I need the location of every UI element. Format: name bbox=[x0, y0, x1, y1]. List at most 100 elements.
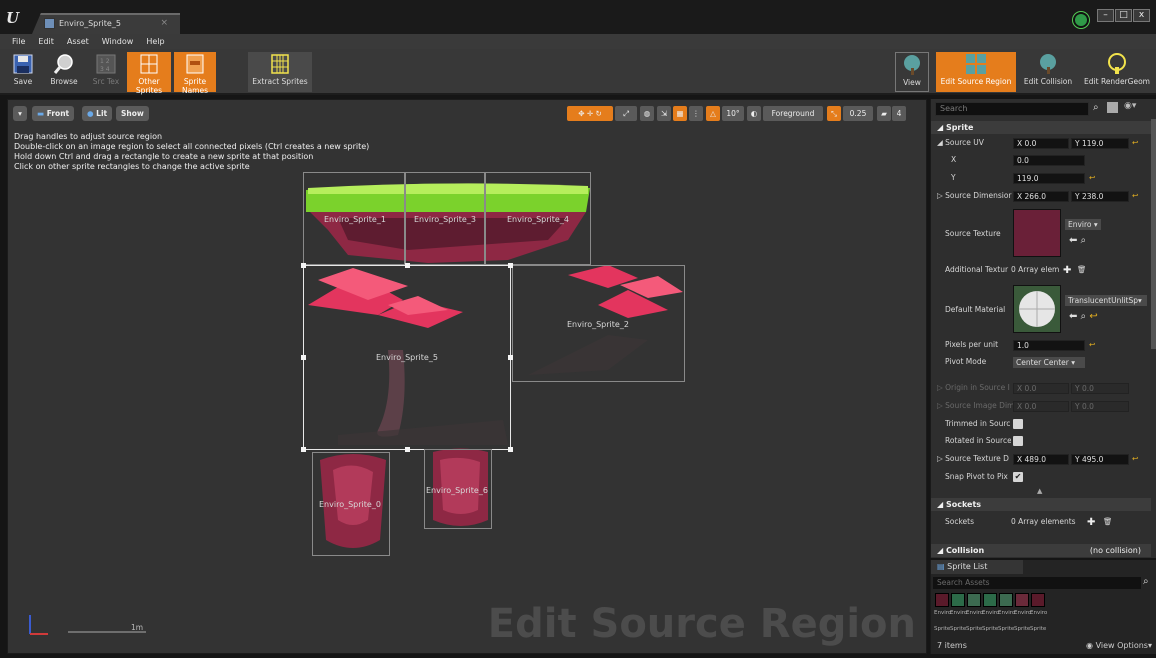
sprite-list-tab[interactable]: ▤ Sprite List bbox=[931, 560, 1023, 574]
src-tex-button[interactable]: 1 23 4 Src Tex bbox=[88, 52, 124, 92]
resize-handle-se[interactable] bbox=[508, 447, 513, 452]
menu-edit[interactable]: Edit bbox=[38, 37, 54, 46]
collision-category[interactable]: ◢ Collision (no collision) bbox=[931, 544, 1151, 557]
menu-asset[interactable]: Asset bbox=[67, 37, 89, 46]
sprite-label-4: Enviro_Sprite_4 bbox=[507, 215, 569, 224]
pixels-per-unit-input[interactable]: 1.0 bbox=[1013, 340, 1085, 351]
snap-pivot-checkbox[interactable]: ✔ bbox=[1013, 472, 1023, 482]
edit-collision-button[interactable]: Edit Collision bbox=[1019, 52, 1077, 92]
source-uv-y[interactable]: Y 119.0 bbox=[1071, 138, 1129, 149]
close-button[interactable]: x bbox=[1133, 9, 1150, 22]
maximize-button[interactable]: □ bbox=[1115, 9, 1132, 22]
thumb-label-2: Enviro bbox=[966, 610, 984, 616]
texture-dim-x[interactable]: X 489.0 bbox=[1013, 454, 1069, 465]
source-control-icon[interactable] bbox=[1073, 12, 1089, 28]
trimmed-checkbox[interactable] bbox=[1013, 419, 1023, 429]
reset-arrow-icon[interactable]: ↩ bbox=[1132, 454, 1138, 463]
sprite-thumbnail-1[interactable] bbox=[951, 593, 965, 607]
sprite-names-toggle[interactable]: Sprite Names bbox=[174, 52, 216, 95]
sprite-label-2: Enviro_Sprite_2 bbox=[567, 320, 629, 329]
tab-close-icon[interactable]: × bbox=[160, 18, 168, 28]
extract-sprites-button[interactable]: Extract Sprites bbox=[248, 52, 312, 92]
source-uv-sub-x[interactable]: 0.0 bbox=[1013, 155, 1085, 166]
sprite-thumbnail-4[interactable] bbox=[999, 593, 1013, 607]
source-texture-dropdown[interactable]: Enviro ▾ bbox=[1065, 219, 1101, 230]
source-uv-sub-y[interactable]: 119.0 bbox=[1013, 173, 1085, 184]
menu-help[interactable]: Help bbox=[146, 37, 164, 46]
source-region-icon bbox=[964, 53, 988, 75]
add-element-icon[interactable]: ✚ bbox=[1063, 265, 1071, 276]
save-button[interactable]: Save bbox=[6, 52, 40, 92]
document-tab[interactable]: Enviro_Sprite_5 × bbox=[32, 13, 180, 34]
view-options-button[interactable]: ◉ View Options▾ bbox=[1086, 641, 1152, 650]
resize-handle-w[interactable] bbox=[301, 355, 306, 360]
source-dimension-y[interactable]: Y 238.0 bbox=[1071, 191, 1129, 202]
browse-icon bbox=[52, 53, 76, 75]
pivot-mode-dropdown[interactable]: Center Center ▾ bbox=[1013, 357, 1085, 368]
resize-handle-sw[interactable] bbox=[301, 447, 306, 452]
scale-bar-label: 1m bbox=[131, 623, 144, 632]
eye-visibility-icon[interactable]: ◉▾ bbox=[1124, 101, 1136, 111]
resize-handle-e[interactable] bbox=[508, 355, 513, 360]
texture-dim-y[interactable]: Y 495.0 bbox=[1071, 454, 1129, 465]
view-button[interactable]: View bbox=[895, 52, 929, 92]
window-controls: – □ x bbox=[1097, 9, 1150, 22]
sprite-viewport[interactable]: ▾ ▬ Front ● Lit Show Drag handles to adj… bbox=[7, 99, 927, 654]
sprite-thumbnail-6[interactable] bbox=[1031, 593, 1045, 607]
sprite-thumbnail-3[interactable] bbox=[983, 593, 997, 607]
material-thumbnail[interactable] bbox=[1013, 285, 1061, 333]
unreal-logo[interactable]: U bbox=[6, 9, 19, 27]
sprite-category[interactable]: ◢ Sprite bbox=[931, 121, 1151, 134]
sprite-thumbnail-5[interactable] bbox=[1015, 593, 1029, 607]
trash-icon[interactable]: 🗑 bbox=[1077, 265, 1087, 274]
sprite-label-6: Enviro_Sprite_6 bbox=[426, 486, 488, 495]
resize-handle-n[interactable] bbox=[405, 263, 410, 268]
thumb-label-5: Enviro bbox=[1014, 610, 1032, 616]
resize-handle-s[interactable] bbox=[405, 447, 410, 452]
menu-window[interactable]: Window bbox=[102, 37, 134, 46]
thumb-label2-0: Sprite bbox=[934, 626, 951, 632]
sprite-label-0: Enviro_Sprite_0 bbox=[319, 500, 381, 509]
mode-overlay-text: Edit Source Region bbox=[487, 601, 916, 647]
search-icon[interactable]: ⌕ bbox=[1093, 102, 1099, 113]
thumb-label-4: Enviro bbox=[998, 610, 1016, 616]
search-icon[interactable]: ⌕ bbox=[1143, 576, 1149, 587]
add-socket-icon[interactable]: ✚ bbox=[1087, 517, 1095, 528]
edit-source-region-button[interactable]: Edit Source Region bbox=[936, 52, 1016, 92]
reset-arrow-icon[interactable]: ↩ bbox=[1132, 138, 1138, 147]
source-uv-x[interactable]: X 0.0 bbox=[1013, 138, 1069, 149]
minimize-button[interactable]: – bbox=[1097, 9, 1114, 22]
resize-handle-nw[interactable] bbox=[301, 263, 306, 268]
sockets-category[interactable]: ◢ Sockets bbox=[931, 498, 1151, 511]
browse-button[interactable]: Browse bbox=[44, 52, 84, 92]
use-selected-arrow-icon[interactable]: ⬅ ⌕ ↩ bbox=[1069, 311, 1098, 322]
origin-y: Y 0.0 bbox=[1071, 383, 1129, 394]
source-dimension-x[interactable]: X 266.0 bbox=[1013, 191, 1069, 202]
tab-title: Enviro_Sprite_5 bbox=[59, 19, 121, 28]
toolbar: Save Browse 1 23 4 Src Tex Other Sprites… bbox=[0, 49, 1156, 95]
menu-file[interactable]: File bbox=[12, 37, 25, 46]
resize-handle-ne[interactable] bbox=[508, 263, 513, 268]
use-selected-arrow-icon[interactable]: ⬅ ⌕ bbox=[1069, 235, 1086, 246]
reset-arrow-icon[interactable]: ↩ bbox=[1089, 340, 1095, 349]
other-sprites-toggle[interactable]: Other Sprites bbox=[127, 52, 171, 95]
reset-arrow-icon[interactable]: ↩ bbox=[1132, 191, 1138, 200]
edit-render-geom-button[interactable]: Edit RenderGeom bbox=[1082, 52, 1152, 92]
source-texture-thumbnail[interactable] bbox=[1013, 209, 1061, 257]
sprite-list-search-input[interactable]: Search Assets bbox=[933, 577, 1141, 589]
details-scrollbar[interactable] bbox=[1151, 119, 1156, 349]
sprite-thumbnail-0[interactable] bbox=[935, 593, 949, 607]
property-matrix-icon[interactable] bbox=[1107, 102, 1118, 113]
trash-icon[interactable]: 🗑 bbox=[1103, 517, 1113, 526]
sprite-thumbnail-2[interactable] bbox=[967, 593, 981, 607]
material-dropdown[interactable]: TranslucentUnlitSp▾ bbox=[1065, 295, 1147, 306]
rotated-checkbox[interactable] bbox=[1013, 436, 1023, 446]
thumb-label-0: Enviro bbox=[934, 610, 952, 616]
details-search-input[interactable]: Search bbox=[935, 102, 1089, 116]
collapse-advanced-icon[interactable]: ▲ bbox=[1037, 487, 1042, 495]
item-count: 7 items bbox=[937, 641, 967, 650]
thumb-label2-4: Sprite bbox=[998, 626, 1015, 632]
sprite-label-1: Enviro_Sprite_1 bbox=[324, 215, 386, 224]
render-geom-icon bbox=[1105, 53, 1129, 75]
reset-arrow-icon[interactable]: ↩ bbox=[1089, 173, 1095, 182]
